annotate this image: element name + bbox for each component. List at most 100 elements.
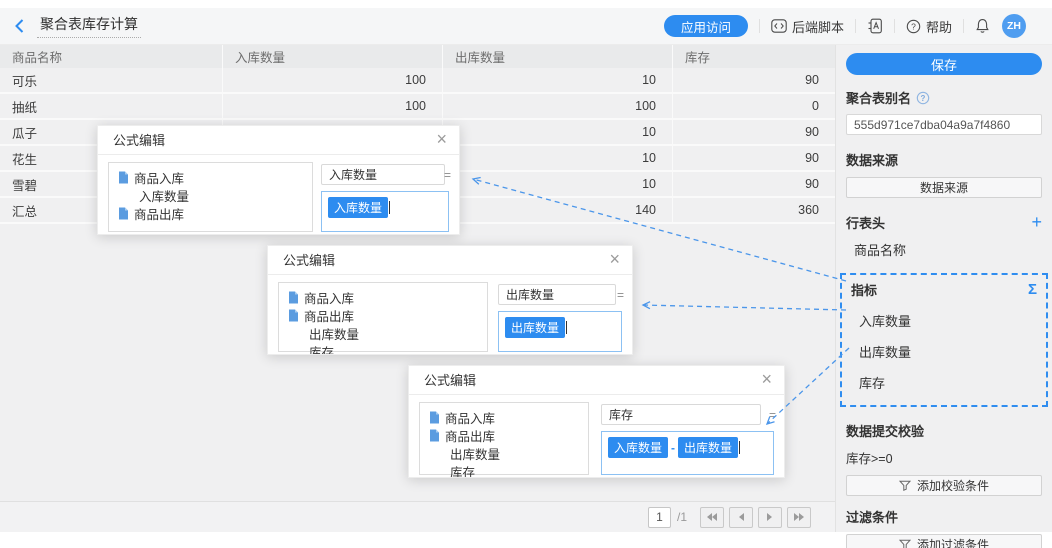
- address-book-button[interactable]: [867, 18, 883, 34]
- alias-input[interactable]: [846, 114, 1042, 135]
- validation-label: 数据提交校验: [846, 421, 1042, 440]
- metric-name-input[interactable]: 入库数量: [321, 164, 445, 185]
- table-row: 抽纸 100 100 0: [0, 94, 835, 120]
- back-button[interactable]: [14, 18, 25, 34]
- help-button[interactable]: ? 帮助: [906, 17, 952, 36]
- current-page-input[interactable]: 1: [648, 507, 671, 528]
- column-header: 库存: [673, 45, 835, 68]
- value-cell: 100: [223, 68, 443, 92]
- value-cell: 100: [223, 94, 443, 118]
- app-access-button[interactable]: 应用访问: [664, 15, 748, 37]
- field-chip[interactable]: 入库数量: [608, 437, 668, 458]
- tree-item-label: 出库数量: [450, 444, 500, 463]
- tree-item[interactable]: 商品入库: [118, 168, 303, 186]
- divider: [963, 19, 964, 33]
- metric-name-input[interactable]: 出库数量: [498, 284, 616, 305]
- tree-item-label: 入库数量: [139, 186, 189, 205]
- add-filter-button[interactable]: 添加过滤条件: [846, 534, 1042, 548]
- document-icon: [118, 171, 129, 184]
- filter-label: 过滤条件: [846, 507, 1042, 526]
- bell-icon: [975, 18, 990, 34]
- tree-item[interactable]: 入库数量: [118, 186, 303, 204]
- field-chip[interactable]: 出库数量: [505, 317, 565, 338]
- svg-text:?: ?: [921, 93, 926, 102]
- tree-item-label: 库存: [309, 342, 334, 356]
- divider: [855, 19, 856, 33]
- save-button[interactable]: 保存: [846, 53, 1042, 75]
- funnel-icon: [899, 539, 911, 548]
- prev-page-button[interactable]: [729, 507, 753, 528]
- tree-item[interactable]: 商品入库: [288, 288, 478, 306]
- field-tree: 商品入库 入库数量 商品出库: [108, 162, 313, 232]
- tree-item[interactable]: 库存: [288, 342, 478, 355]
- document-icon: [288, 291, 299, 304]
- notifications-button[interactable]: [975, 18, 990, 34]
- field-chip[interactable]: 入库数量: [328, 197, 388, 218]
- metric-item[interactable]: 出库数量: [851, 342, 1037, 361]
- product-name-cell: 抽纸: [0, 94, 223, 118]
- page-title[interactable]: 聚合表库存计算: [37, 14, 141, 38]
- datasource-button[interactable]: 数据来源: [846, 177, 1042, 198]
- tree-item-label: 商品出库: [304, 306, 354, 325]
- close-icon[interactable]: ×: [761, 366, 772, 393]
- value-cell: 0: [673, 94, 835, 118]
- close-icon[interactable]: ×: [609, 246, 620, 273]
- double-chevron-right-icon: [793, 512, 805, 522]
- divider: [894, 19, 895, 33]
- backend-script-label: 后端脚本: [792, 17, 844, 36]
- alias-label-row: 聚合表别名 ?: [846, 88, 1042, 107]
- tree-item[interactable]: 商品出库: [429, 426, 579, 444]
- tree-item[interactable]: 出库数量: [288, 324, 478, 342]
- value-cell: 90: [673, 68, 835, 92]
- metric-item[interactable]: 库存: [851, 373, 1037, 392]
- value-cell: 10: [443, 172, 673, 196]
- app-window: 聚合表库存计算 应用访问 后端脚本 ? 帮助 ZH: [0, 0, 1052, 548]
- sigma-icon[interactable]: Σ: [1028, 281, 1037, 298]
- metric-name-input[interactable]: 库存: [601, 404, 761, 425]
- formula-input-area[interactable]: 出库数量: [498, 311, 622, 352]
- column-header: 出库数量: [443, 45, 673, 68]
- add-validation-button[interactable]: 添加校验条件: [846, 475, 1042, 496]
- add-filter-label: 添加过滤条件: [917, 536, 989, 548]
- metric-item[interactable]: 入库数量: [851, 311, 1037, 330]
- tree-item[interactable]: 库存: [429, 462, 579, 478]
- tree-item[interactable]: 商品入库: [429, 408, 579, 426]
- tree-item-label: 商品出库: [445, 426, 495, 445]
- column-header: 商品名称: [0, 45, 223, 68]
- tree-item-label: 商品出库: [134, 204, 184, 223]
- avatar[interactable]: ZH: [1002, 14, 1026, 38]
- text-caret: [389, 201, 390, 214]
- tree-item[interactable]: 商品出库: [118, 204, 303, 222]
- validation-rule[interactable]: 库存>=0: [846, 448, 1042, 467]
- last-page-button[interactable]: [787, 507, 811, 528]
- plus-icon[interactable]: +: [1031, 216, 1042, 229]
- divider: [759, 19, 760, 33]
- backend-script-button[interactable]: 后端脚本: [771, 17, 844, 36]
- funnel-icon: [899, 480, 911, 491]
- help-label: 帮助: [926, 17, 952, 36]
- tree-item-label: 商品入库: [134, 168, 184, 187]
- close-icon[interactable]: ×: [436, 126, 447, 153]
- value-cell: 90: [673, 146, 835, 170]
- field-chip[interactable]: 出库数量: [678, 437, 738, 458]
- double-chevron-left-icon: [706, 512, 718, 522]
- help-circle-icon[interactable]: ?: [916, 91, 930, 105]
- row-header-item[interactable]: 商品名称: [846, 240, 1042, 259]
- field-tree: 商品入库 商品出库 出库数量 库存: [419, 402, 589, 475]
- tree-item-label: 库存: [450, 462, 475, 479]
- alias-label: 聚合表别名: [846, 88, 911, 107]
- tree-item[interactable]: 商品出库: [288, 306, 478, 324]
- metrics-section-highlight: 指标 Σ 入库数量 出库数量 库存: [840, 273, 1048, 407]
- formula-input-area[interactable]: 入库数量: [321, 191, 449, 232]
- add-validation-label: 添加校验条件: [917, 477, 989, 494]
- first-page-button[interactable]: [700, 507, 724, 528]
- next-page-button[interactable]: [758, 507, 782, 528]
- equals-sign: =: [444, 168, 451, 182]
- dialog-title: 公式编辑: [409, 366, 784, 395]
- formula-input-area[interactable]: 入库数量-出库数量: [601, 431, 774, 475]
- equals-sign: =: [617, 288, 624, 302]
- pagination-bar: 1 /1: [0, 501, 835, 532]
- product-name-cell: 可乐: [0, 68, 223, 92]
- tree-item[interactable]: 出库数量: [429, 444, 579, 462]
- formula-editor-dialog: 公式编辑 × 商品入库 商品出库 出库数量 库存 出库数量 =: [267, 245, 633, 355]
